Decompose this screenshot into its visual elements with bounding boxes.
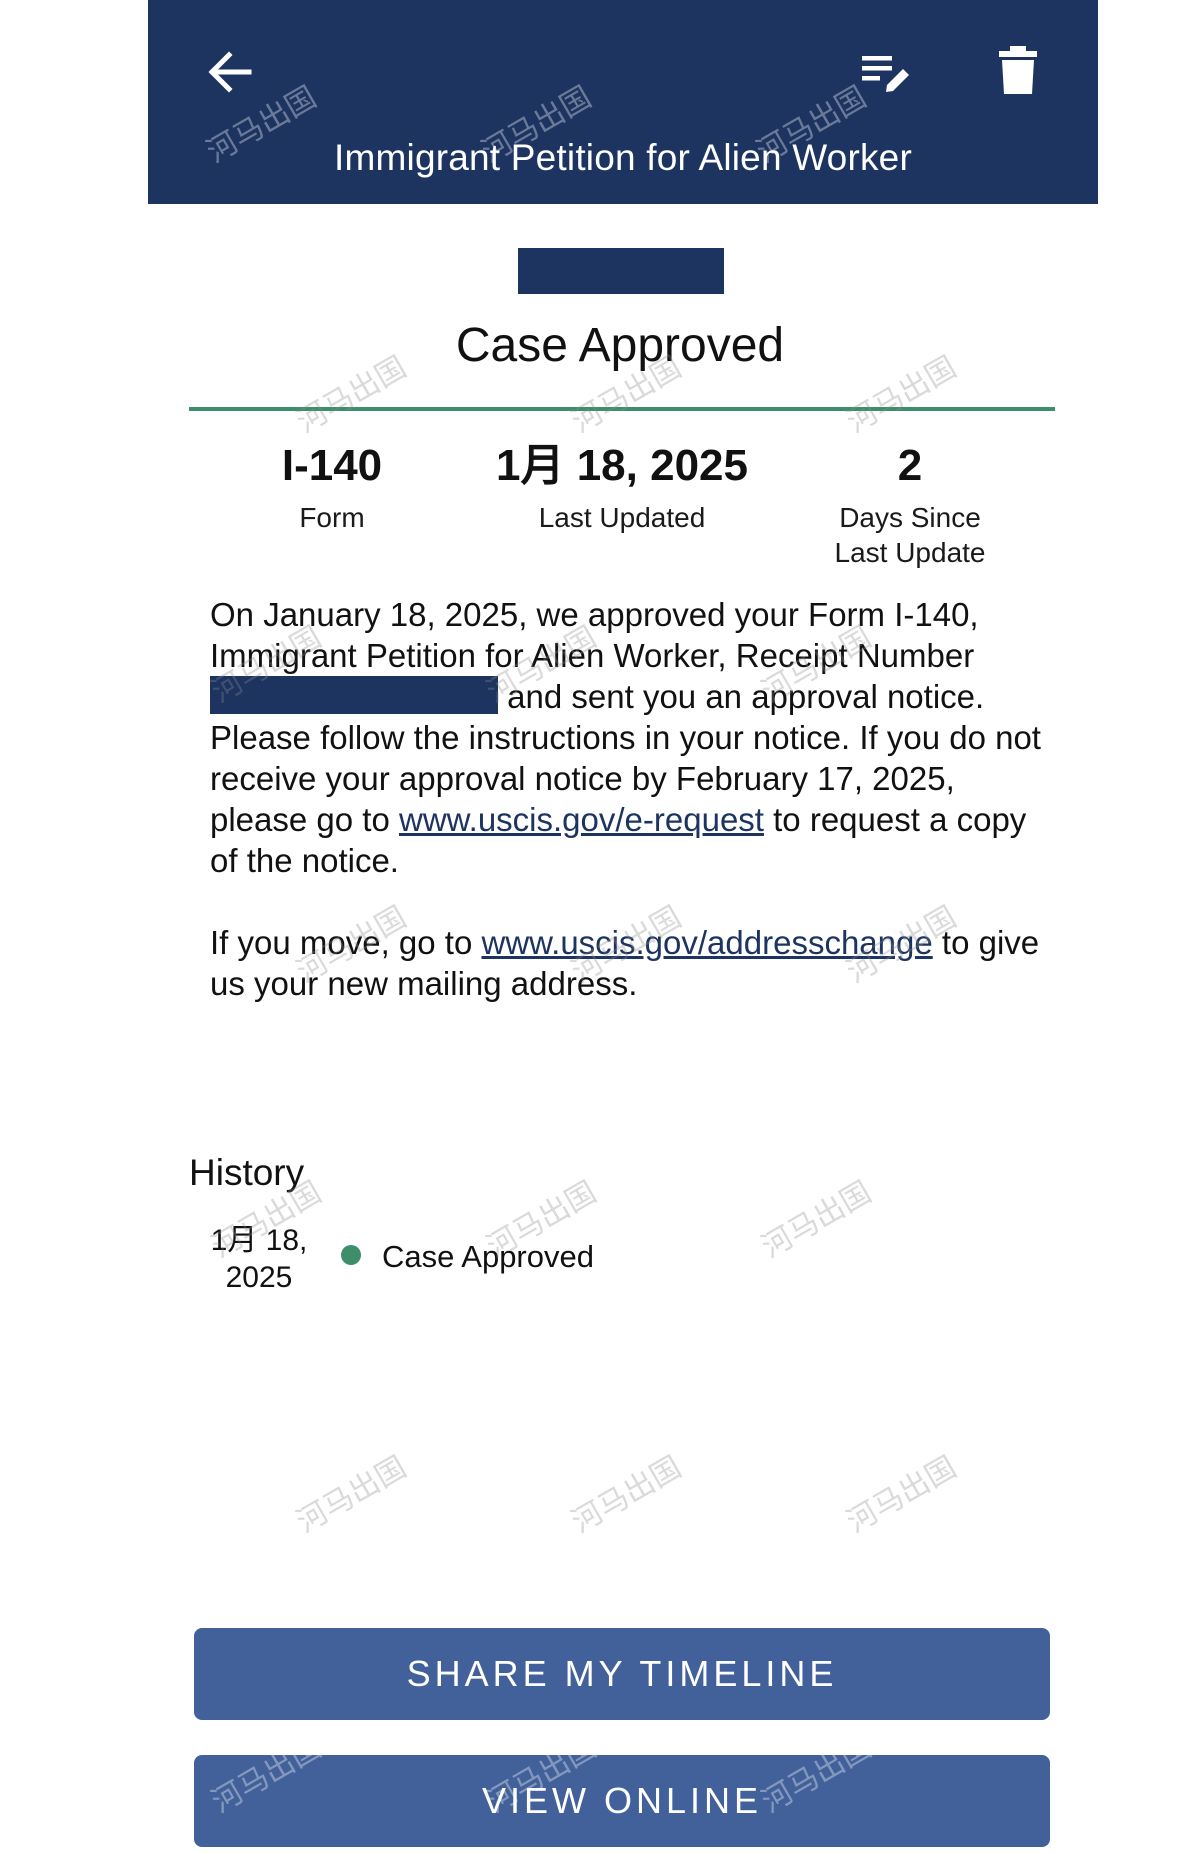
list-edit-icon bbox=[862, 56, 909, 92]
view-online-button[interactable]: VIEW ONLINE bbox=[194, 1755, 1050, 1847]
case-message: On January 18, 2025, we approved your Fo… bbox=[210, 594, 1050, 1004]
stat-days-since-update: 2 Days Since Last Update bbox=[810, 438, 1010, 570]
stat-label: Form bbox=[299, 502, 365, 533]
stat-value: 2 bbox=[897, 441, 923, 490]
stat-label: Last Updated bbox=[538, 502, 706, 533]
watermark: 河马出国 bbox=[841, 1449, 963, 1541]
delete-button[interactable] bbox=[986, 38, 1050, 102]
watermark: 河马出国 bbox=[566, 1449, 688, 1541]
stat-value: 1月 18, 2025 bbox=[496, 441, 748, 490]
e-request-link[interactable]: www.uscis.gov/e-request bbox=[399, 801, 764, 838]
back-button[interactable] bbox=[198, 40, 262, 104]
message-text: On January 18, 2025, we approved your Fo… bbox=[210, 596, 979, 674]
stat-form-type: I-140 Form bbox=[232, 438, 432, 535]
arrow-left-icon bbox=[208, 51, 252, 93]
status-divider bbox=[189, 407, 1055, 411]
stat-label: Days Since Last Update bbox=[834, 502, 986, 568]
redacted-receipt-block bbox=[518, 248, 724, 294]
app-header: Immigrant Petition for Alien Worker bbox=[148, 0, 1098, 204]
stat-value: I-140 bbox=[281, 441, 383, 490]
status-dot-icon bbox=[341, 1245, 361, 1265]
edit-list-button[interactable] bbox=[854, 40, 918, 104]
share-timeline-button[interactable]: SHARE MY TIMELINE bbox=[194, 1628, 1050, 1720]
case-status-heading: Case Approved bbox=[455, 319, 785, 372]
message-paragraph-address: If you move, go to www.uscis.gov/address… bbox=[210, 922, 1050, 1004]
redacted-receipt-number bbox=[210, 676, 498, 714]
history-status: Case Approved bbox=[382, 1239, 594, 1274]
address-change-link[interactable]: www.uscis.gov/addresschange bbox=[481, 924, 932, 961]
message-text: If you move, go to bbox=[210, 924, 482, 961]
watermark: 河马出国 bbox=[291, 1449, 413, 1541]
history-date: 1月 18, 2025 bbox=[210, 1224, 308, 1294]
page-title: Immigrant Petition for Alien Worker bbox=[334, 137, 912, 178]
history-heading: History bbox=[189, 1152, 305, 1193]
stat-last-updated: 1月 18, 2025 Last Updated bbox=[462, 438, 782, 535]
history-item: 1月 18, 2025 Case Approved bbox=[189, 1222, 889, 1298]
message-paragraph-approval: On January 18, 2025, we approved your Fo… bbox=[210, 594, 1050, 881]
trash-icon bbox=[999, 46, 1037, 94]
